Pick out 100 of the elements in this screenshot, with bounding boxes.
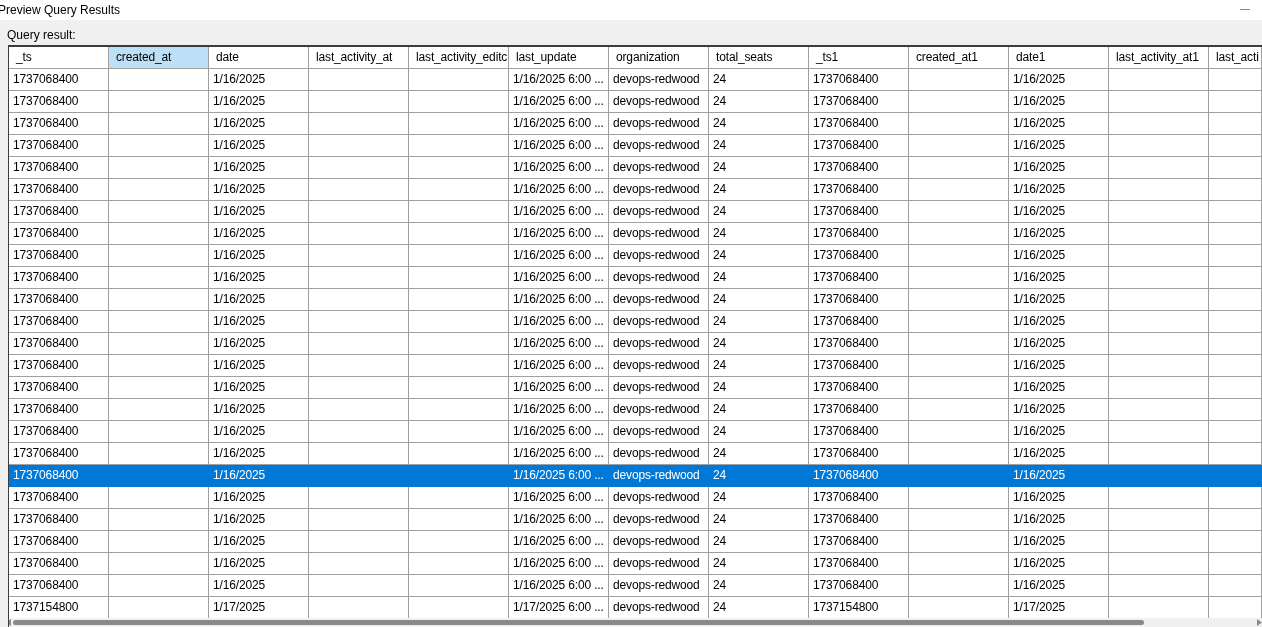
empty-cell (1209, 156, 1262, 179)
empty-cell (1209, 134, 1262, 157)
table-cell: 1/16/2025 (209, 376, 309, 399)
table-cell: 1737068400 (9, 134, 109, 157)
column-header[interactable]: created_at1 (909, 46, 1009, 69)
table-cell: devops-redwood (609, 112, 709, 135)
table-cell: devops-redwood (609, 222, 709, 245)
table-cell: 1737068400 (9, 486, 109, 509)
table-cell: 1/16/2025 (1009, 266, 1109, 289)
table-cell: 1737068400 (809, 68, 909, 91)
column-header[interactable]: _ts (9, 46, 109, 69)
table-cell: 1737068400 (809, 354, 909, 377)
table-cell: 1/16/2025 (1009, 464, 1109, 487)
table-cell: devops-redwood (609, 442, 709, 465)
column-header[interactable]: date (209, 46, 309, 69)
table-cell: 1737068400 (9, 574, 109, 597)
table-cell: devops-redwood (609, 486, 709, 509)
table-cell: 1/16/2025 6:00 ... (509, 398, 609, 421)
table-cell: 24 (709, 178, 809, 201)
table-cell: 1/16/2025 (1009, 310, 1109, 333)
table-cell: 1/16/2025 (209, 68, 309, 91)
table-cell: 1/16/2025 (1009, 288, 1109, 311)
table-cell: 1/16/2025 (1009, 134, 1109, 157)
table-cell: 24 (709, 574, 809, 597)
column-header[interactable]: last_activity_at (309, 46, 409, 69)
column-header[interactable]: created_at (109, 46, 209, 69)
empty-cell (1209, 530, 1262, 553)
horizontal-scrollbar[interactable] (9, 618, 1262, 627)
table-cell: 1737068400 (809, 266, 909, 289)
column-header[interactable]: last_update (509, 46, 609, 69)
table-cell: 1/16/2025 (209, 552, 309, 575)
table-cell: 1/16/2025 (1009, 68, 1109, 91)
table-cell: 1/16/2025 (209, 134, 309, 157)
table-cell: 1/16/2025 (209, 442, 309, 465)
table-cell: 1737068400 (9, 530, 109, 553)
column-header[interactable]: _ts1 (809, 46, 909, 69)
table-cell: 1737068400 (809, 420, 909, 443)
scroll-right-icon[interactable] (1257, 619, 1262, 626)
table-cell: 1737068400 (9, 552, 109, 575)
empty-cell (1209, 266, 1262, 289)
column-header[interactable]: date1 (1009, 46, 1109, 69)
table-cell: 1/16/2025 (1009, 222, 1109, 245)
table-cell: 1737068400 (9, 310, 109, 333)
empty-cell (1209, 442, 1262, 465)
table-cell: 1/16/2025 (209, 508, 309, 531)
table-cell: 24 (709, 530, 809, 553)
table-cell: 24 (709, 508, 809, 531)
table-cell: 24 (709, 200, 809, 223)
table-cell: 1/16/2025 (209, 486, 309, 509)
table-cell: 1737068400 (809, 178, 909, 201)
table-cell: 24 (709, 332, 809, 355)
table-cell: 1737068400 (9, 420, 109, 443)
table-cell: 1737068400 (809, 244, 909, 267)
table-cell: devops-redwood (609, 134, 709, 157)
table-cell: 1/16/2025 (209, 156, 309, 179)
table-cell: devops-redwood (609, 200, 709, 223)
empty-cell (1209, 200, 1262, 223)
table-cell: 1/16/2025 (209, 112, 309, 135)
empty-cell (1209, 354, 1262, 377)
table-cell: devops-redwood (609, 90, 709, 113)
table-cell: 1/16/2025 (1009, 354, 1109, 377)
table-cell: 1737068400 (809, 464, 909, 487)
column-header[interactable]: total_seats (709, 46, 809, 69)
table-cell: 24 (709, 266, 809, 289)
table-cell: 1737068400 (9, 442, 109, 465)
table-cell: 1/16/2025 6:00 ... (509, 508, 609, 531)
table-cell: 1/16/2025 6:00 ... (509, 442, 609, 465)
column-header[interactable]: last_activity_editc (409, 46, 509, 69)
table-cell: 1/16/2025 (209, 222, 309, 245)
table-cell: 1/16/2025 (1009, 332, 1109, 355)
empty-cell (1209, 420, 1262, 443)
empty-cell (1209, 68, 1262, 91)
table-cell: 1/16/2025 6:00 ... (509, 266, 609, 289)
table-cell: 24 (709, 288, 809, 311)
table-cell: 1/16/2025 (1009, 200, 1109, 223)
table-cell: 1/16/2025 (1009, 486, 1109, 509)
table-cell: 1/16/2025 (1009, 398, 1109, 421)
column-header[interactable]: last_acti (1209, 46, 1262, 69)
column-header[interactable]: organization (609, 46, 709, 69)
empty-cell (1209, 310, 1262, 333)
table-cell: 24 (709, 376, 809, 399)
column-header[interactable]: last_activity_at1 (1109, 46, 1209, 69)
minimize-icon[interactable] (1240, 9, 1250, 11)
table-cell: 1/16/2025 (1009, 442, 1109, 465)
table-cell: 1737068400 (9, 508, 109, 531)
table-cell: 1737068400 (9, 332, 109, 355)
table-cell: 24 (709, 442, 809, 465)
table-cell: 1/16/2025 (1009, 552, 1109, 575)
table-cell: 1/16/2025 (1009, 574, 1109, 597)
table-cell: 1737068400 (9, 354, 109, 377)
table-cell: 1737068400 (809, 376, 909, 399)
table-cell: 1/16/2025 (1009, 90, 1109, 113)
table-cell: 1737068400 (9, 68, 109, 91)
table-cell: devops-redwood (609, 178, 709, 201)
scrollbar-thumb[interactable] (13, 620, 1144, 625)
table-cell: 1/16/2025 6:00 ... (509, 574, 609, 597)
empty-cell (1209, 332, 1262, 355)
table-cell: 1737068400 (809, 222, 909, 245)
table-cell: 1/16/2025 (1009, 376, 1109, 399)
table-cell: 1737068400 (809, 574, 909, 597)
